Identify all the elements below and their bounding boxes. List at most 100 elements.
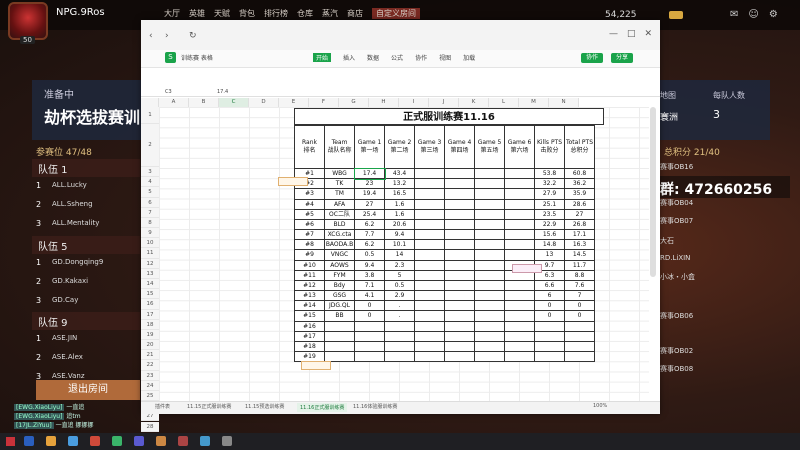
row-header[interactable]: 8 bbox=[141, 217, 159, 229]
table-cell[interactable]: #3 bbox=[294, 188, 325, 200]
row-header[interactable]: 6 bbox=[141, 197, 159, 208]
table-cell[interactable] bbox=[564, 320, 595, 332]
table-cell[interactable]: 10.1 bbox=[384, 239, 415, 251]
table-cell[interactable]: OC二队 bbox=[324, 208, 355, 220]
table-cell[interactable]: #4 bbox=[294, 198, 325, 210]
ribbon-tab[interactable]: 插入 bbox=[343, 53, 355, 62]
spectator-item[interactable]: 大石 bbox=[660, 236, 674, 246]
table-cell[interactable] bbox=[324, 320, 355, 332]
row-header[interactable]: 22 bbox=[141, 360, 159, 371]
vertical-scrollbar[interactable] bbox=[650, 107, 656, 277]
table-cell[interactable] bbox=[564, 330, 595, 342]
table-cell[interactable] bbox=[474, 310, 505, 322]
table-cell[interactable] bbox=[444, 167, 475, 180]
spectator-item[interactable]: 赛事OB08 bbox=[660, 364, 693, 374]
table-cell[interactable]: 2.9 bbox=[384, 290, 415, 302]
spectator-item[interactable]: 赛事OB07 bbox=[660, 216, 693, 226]
table-cell[interactable] bbox=[414, 167, 445, 180]
table-cell[interactable] bbox=[444, 198, 475, 210]
table-cell[interactable]: BAODA.B bbox=[324, 239, 355, 251]
table-cell[interactable]: 17.1 bbox=[564, 229, 595, 241]
table-cell[interactable]: 36.2 bbox=[564, 178, 595, 190]
row-header[interactable]: 24 bbox=[141, 380, 159, 391]
column-header[interactable]: L bbox=[489, 98, 519, 107]
table-cell[interactable]: #13 bbox=[294, 290, 325, 302]
row-header[interactable]: 13 bbox=[141, 268, 159, 279]
table-cell[interactable]: 6.6 bbox=[534, 279, 565, 292]
game-menu-item[interactable]: 英雄 bbox=[189, 8, 205, 19]
table-cell[interactable] bbox=[444, 290, 475, 302]
table-cell[interactable]: 0 bbox=[534, 310, 565, 322]
table-cell[interactable] bbox=[414, 259, 445, 271]
table-cell[interactable] bbox=[504, 249, 535, 261]
table-cell[interactable] bbox=[534, 351, 565, 363]
table-cell[interactable] bbox=[474, 300, 505, 312]
table-cell[interactable]: 6.2 bbox=[354, 218, 385, 231]
browser-icon[interactable] bbox=[68, 436, 78, 446]
table-cell[interactable]: 11.7 bbox=[564, 259, 595, 271]
table-cell[interactable]: 0 bbox=[534, 300, 565, 312]
column-header[interactable]: N bbox=[549, 98, 579, 107]
table-cell[interactable]: 6 bbox=[534, 290, 565, 302]
table-cell[interactable]: 0.5 bbox=[354, 249, 385, 261]
table-cell[interactable]: 32.2 bbox=[534, 178, 565, 190]
team-member[interactable]: 1 ASE.JIN bbox=[36, 329, 136, 347]
table-cell[interactable]: TM bbox=[324, 188, 355, 200]
table-cell[interactable] bbox=[534, 320, 565, 332]
table-cell[interactable]: 9.4 bbox=[384, 229, 415, 241]
table-cell[interactable] bbox=[534, 330, 565, 342]
table-cell[interactable]: 6.2 bbox=[354, 239, 385, 251]
table-cell[interactable]: 1.6 bbox=[384, 208, 415, 220]
row-header[interactable]: 15 bbox=[141, 289, 159, 300]
column-header[interactable]: G bbox=[339, 98, 369, 107]
table-cell[interactable] bbox=[474, 218, 505, 231]
table-cell[interactable] bbox=[414, 351, 445, 363]
table-cell[interactable]: 4.1 bbox=[354, 290, 385, 302]
table-header-cell[interactable]: Game 5 第五场 bbox=[474, 125, 505, 169]
row-header[interactable]: 20 bbox=[141, 340, 159, 351]
table-cell[interactable]: 25.1 bbox=[534, 198, 565, 210]
table-cell[interactable] bbox=[474, 340, 505, 353]
table-cell[interactable] bbox=[444, 269, 475, 281]
table-cell[interactable]: 7.6 bbox=[564, 279, 595, 292]
table-cell[interactable]: 19.4 bbox=[354, 188, 385, 200]
row-header[interactable]: 18 bbox=[141, 319, 159, 330]
team-member[interactable]: 2 ALL.Ssheng bbox=[36, 195, 136, 213]
game-menu-item[interactable]: 天赋 bbox=[214, 8, 230, 19]
row-header[interactable]: 11 bbox=[141, 248, 159, 259]
table-cell[interactable] bbox=[354, 320, 385, 332]
table-cell[interactable]: 9.4 bbox=[354, 259, 385, 271]
table-cell[interactable]: 26.8 bbox=[564, 218, 595, 231]
table-cell[interactable]: #15 bbox=[294, 310, 325, 322]
game-menu-item[interactable]: 大厅 bbox=[164, 8, 180, 19]
start-icon[interactable] bbox=[6, 437, 15, 446]
team-member[interactable]: 3 ALL.Mentality bbox=[36, 214, 136, 232]
collab-button[interactable]: 协作 bbox=[581, 53, 603, 63]
table-cell[interactable]: 27.9 bbox=[534, 188, 565, 200]
table-cell[interactable] bbox=[444, 218, 475, 231]
table-cell[interactable] bbox=[504, 167, 535, 180]
table-cell[interactable]: 23.5 bbox=[534, 208, 565, 220]
column-header[interactable]: C bbox=[219, 98, 249, 107]
ribbon-tab[interactable]: 加载 bbox=[463, 53, 475, 62]
table-cell[interactable]: . bbox=[384, 300, 415, 312]
table-cell[interactable]: 27 bbox=[354, 198, 385, 210]
table-cell[interactable] bbox=[564, 340, 595, 353]
row-header[interactable]: 1 bbox=[141, 107, 159, 124]
settings-gear-icon[interactable]: ⚙ bbox=[769, 9, 778, 20]
table-cell[interactable]: 22.9 bbox=[534, 218, 565, 231]
table-cell[interactable] bbox=[504, 198, 535, 210]
table-cell[interactable] bbox=[414, 310, 445, 322]
table-cell[interactable]: #14 bbox=[294, 300, 325, 312]
table-cell[interactable] bbox=[474, 330, 505, 342]
friends-icon[interactable]: ☺ bbox=[748, 9, 758, 20]
search-icon[interactable] bbox=[24, 436, 34, 446]
table-cell[interactable] bbox=[444, 259, 475, 271]
spectator-item[interactable]: RD.LiXIN bbox=[660, 254, 690, 262]
team-member[interactable]: 3 GD.Cay bbox=[36, 291, 136, 309]
table-cell[interactable] bbox=[414, 249, 445, 261]
spectator-item[interactable]: 赛事OB16 bbox=[660, 162, 693, 172]
table-cell[interactable] bbox=[474, 269, 505, 281]
table-cell[interactable]: #7 bbox=[294, 229, 325, 241]
share-button[interactable]: 分享 bbox=[611, 53, 633, 63]
